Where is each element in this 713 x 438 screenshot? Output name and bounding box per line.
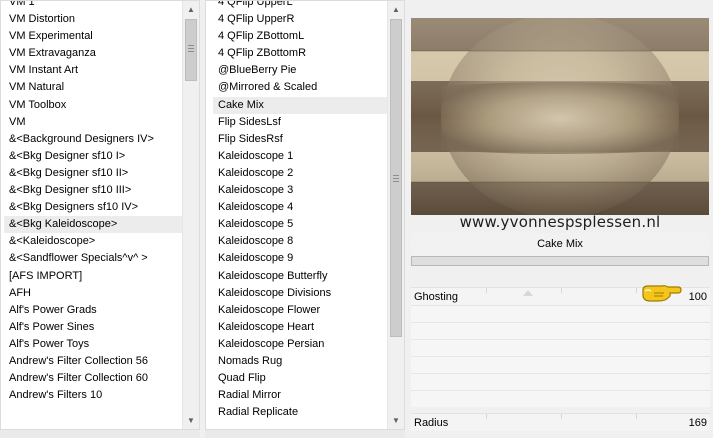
filter-list-item[interactable]: 4 QFlip ZBottomR [213,45,387,62]
filter-preview [411,18,709,215]
filter-list-item[interactable]: Flip SidesLsf [213,114,387,131]
empty-param-row [411,390,710,407]
pointing-hand-icon [642,285,682,302]
ghosting-value[interactable]: 100 [689,288,707,306]
category-list-item[interactable]: [AFS IMPORT] [4,268,182,285]
filter-list-item[interactable]: Nomads Rug [213,353,387,370]
category-list-item[interactable]: Andrew's Filters 10 [4,387,182,404]
category-list-item[interactable]: Alf's Power Grads [4,302,182,319]
category-list-item[interactable]: VM Instant Art [4,62,182,79]
filter-list-item[interactable]: Kaleidoscope 1 [213,148,387,165]
ghosting-label: Ghosting [414,291,459,303]
filter-list-item[interactable]: @Mirrored & Scaled [213,79,387,96]
filter-items: 4 QFlip UpperL 4 QFlip UpperR 4 QFlip ZBot… [213,1,387,421]
filter-scrollbar[interactable]: ▲ ▼ [387,1,404,429]
category-list-item[interactable]: Alf's Power Toys [4,336,182,353]
category-list-item[interactable]: VM Toolbox [4,97,182,114]
category-list-item[interactable]: Andrew's Filter Collection 56 [4,353,182,370]
scroll-down-arrow-icon[interactable]: ▼ [388,412,404,429]
category-list-item[interactable]: &<Bkg Kaleidoscope> [4,216,182,234]
filter-list-item[interactable]: Kaleidoscope 2 [213,165,387,182]
category-list-item[interactable]: Alf's Power Sines [4,319,182,336]
scroll-down-arrow-icon[interactable]: ▼ [183,412,199,429]
empty-param-row [411,373,710,390]
category-list-item[interactable]: &<Background Designers IV> [4,131,182,148]
category-list-item[interactable]: VM Distortion [4,11,182,28]
watermark-text: www.yvonnespsplessen.nl [459,213,661,231]
empty-param-row [411,339,710,356]
filter-list-item[interactable]: Kaleidoscope Heart [213,319,387,336]
category-list-item[interactable]: VM Extravaganza [4,45,182,62]
category-hscroll[interactable] [0,430,200,438]
filter-list-item[interactable]: 4 QFlip UpperR [213,11,387,28]
filter-list-item[interactable]: Kaleidoscope 4 [213,199,387,216]
category-list-item[interactable]: &<Kaleidoscope> [4,233,182,250]
empty-param-row [411,322,710,339]
scroll-thumb[interactable] [390,19,402,337]
category-list-item[interactable]: &<Bkg Designer sf10 III> [4,182,182,199]
category-scrollbar[interactable]: ▲ ▼ [182,1,199,429]
scroll-thumb[interactable] [185,19,197,81]
filter-list-item[interactable]: 4 QFlip ZBottomL [213,28,387,45]
category-items: VM 1 VM Distortion VM Experimental VM Extra… [4,1,182,404]
category-list-item[interactable]: VM Natural [4,79,182,96]
category-list-item[interactable]: VM 1 [4,1,182,11]
empty-param-row [411,305,710,322]
category-list-item[interactable]: &<Bkg Designer sf10 II> [4,165,182,182]
scroll-up-arrow-icon[interactable]: ▲ [388,1,404,18]
filter-list-item[interactable]: Radial Replicate [213,404,387,421]
filter-list-item[interactable]: @BlueBerry Pie [213,62,387,79]
filter-list-item[interactable]: Kaleidoscope 8 [213,233,387,250]
filter-list-item[interactable]: Kaleidoscope 9 [213,250,387,267]
progress-bar [411,256,709,266]
filter-list-item[interactable]: Kaleidoscope Persian [213,336,387,353]
filter-list-item[interactable]: Radial Mirror [213,387,387,404]
filter-list-item[interactable]: Flip SidesRsf [213,131,387,148]
filter-list-item[interactable]: Kaleidoscope Divisions [213,285,387,302]
empty-param-row [411,356,710,373]
filter-hscroll[interactable] [205,430,405,438]
category-list-item[interactable]: VM Experimental [4,28,182,45]
radius-value[interactable]: 169 [689,414,707,432]
filter-list-item[interactable]: Kaleidoscope Butterfly [213,268,387,285]
radius-label: Radius [414,417,449,429]
radius-slider[interactable]: Radius 169 [411,413,710,431]
filter-list-item[interactable]: Kaleidoscope 5 [213,216,387,233]
category-list-item[interactable]: &<Sandflower Specials^v^ > [4,250,182,267]
scroll-up-arrow-icon[interactable]: ▲ [183,1,199,18]
filter-list-item[interactable]: Kaleidoscope Flower [213,302,387,319]
filter-list-item[interactable]: 4 QFlip UpperL [213,1,387,11]
category-list[interactable]: VM 1 VM Distortion VM Experimental VM Extra… [0,0,200,430]
category-list-item[interactable]: AFH [4,285,182,302]
filter-list-item[interactable]: Kaleidoscope 3 [213,182,387,199]
filter-list[interactable]: 4 QFlip UpperL 4 QFlip UpperR 4 QFlip ZBot… [205,0,405,430]
filter-title: Cake Mix [411,233,709,255]
category-list-item[interactable]: VM [4,114,182,131]
category-list-item[interactable]: &<Bkg Designer sf10 I> [4,148,182,165]
filter-list-item[interactable]: Cake Mix [213,96,387,114]
filter-list-item[interactable]: Quad Flip [213,370,387,387]
category-list-item[interactable]: &<Bkg Designers sf10 IV> [4,199,182,216]
category-list-item[interactable]: Andrew's Filter Collection 60 [4,370,182,387]
